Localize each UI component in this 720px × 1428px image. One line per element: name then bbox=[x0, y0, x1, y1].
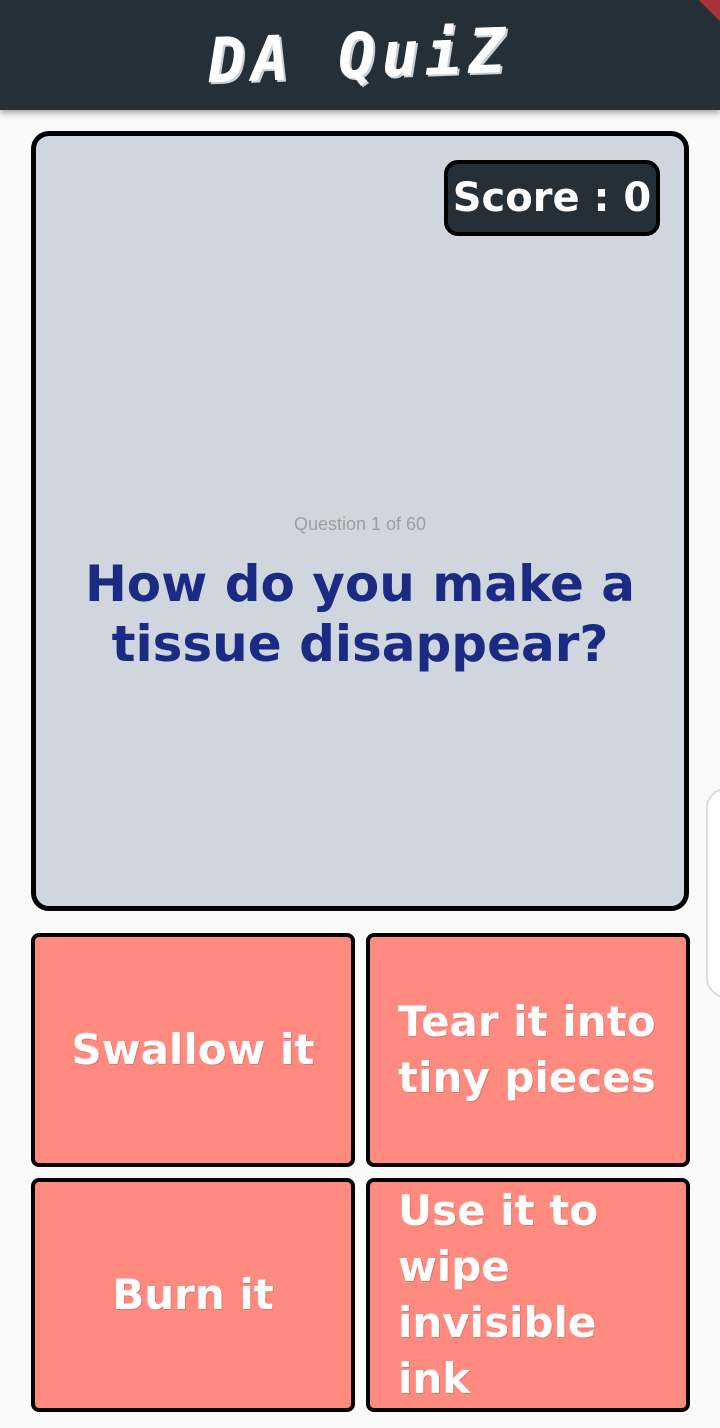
answer-button-2[interactable]: Tear it into tiny pieces bbox=[366, 933, 690, 1167]
question-progress: Question 1 of 60 bbox=[293, 514, 427, 534]
answer-button-1[interactable]: Swallow it bbox=[31, 933, 355, 1167]
app-title: DA QuiZ bbox=[207, 13, 513, 97]
app-bar: DA QuiZ bbox=[0, 0, 720, 110]
debug-banner bbox=[682, 0, 720, 41]
question-text: How do you make a tissue disappear? bbox=[84, 555, 636, 673]
question-card: Score : 0 Question 1 of 60 How do you ma… bbox=[31, 131, 689, 911]
answer-button-3[interactable]: Burn it bbox=[31, 1178, 355, 1412]
score-badge: Score : 0 bbox=[444, 160, 660, 236]
edge-panel-handle[interactable] bbox=[706, 788, 720, 998]
answer-button-4[interactable]: Use it to wipe invisible ink bbox=[366, 1178, 690, 1412]
